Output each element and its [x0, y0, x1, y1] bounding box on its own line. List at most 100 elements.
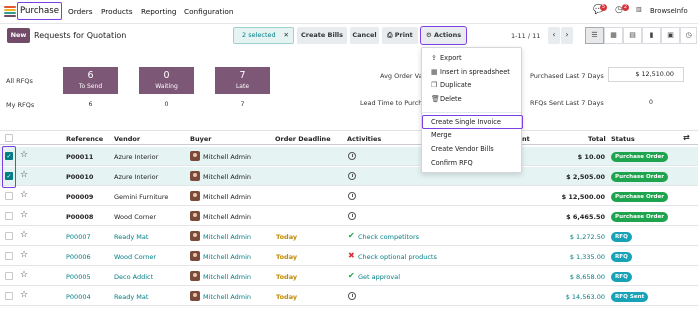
col-status[interactable]: Status: [611, 135, 635, 143]
nav-reporting[interactable]: Reporting: [141, 7, 176, 16]
star-icon[interactable]: ☆: [20, 270, 28, 280]
table-row[interactable]: ☆ P00007 Ready Mat Mitchell Admin Today ✔ Chec…: [0, 227, 698, 246]
row-buyer[interactable]: Mitchell Admin: [203, 253, 251, 261]
list-view-icon[interactable]: ☰: [585, 27, 604, 44]
star-icon[interactable]: ☆: [20, 250, 28, 260]
row-buyer[interactable]: Mitchell Admin: [203, 153, 251, 161]
row-buyer[interactable]: Mitchell Admin: [203, 293, 251, 301]
row-vendor[interactable]: Ready Mat: [114, 293, 148, 301]
row-reference[interactable]: P00004: [66, 293, 91, 301]
pager-value[interactable]: 1-11 / 11: [511, 32, 540, 40]
company-name[interactable]: BrowseInfo: [650, 7, 688, 15]
tile-to-send[interactable]: 6 To Send: [63, 67, 118, 94]
row-vendor[interactable]: Azure Interior: [114, 173, 158, 181]
graph-view-icon[interactable]: ▮: [642, 27, 661, 44]
row-buyer[interactable]: Mitchell Admin: [203, 273, 251, 281]
col-buyer[interactable]: Buyer: [190, 135, 211, 143]
row-reference[interactable]: P00010: [66, 173, 93, 181]
row-checkbox[interactable]: [5, 252, 13, 260]
row-activity[interactable]: Check competitors: [358, 233, 419, 241]
row-buyer[interactable]: Mitchell Admin: [203, 173, 251, 181]
create-bills-button[interactable]: Create Bills: [297, 27, 347, 44]
nav-configuration[interactable]: Configuration: [184, 7, 234, 16]
menu-item-duplicate[interactable]: ❐ Duplicate: [431, 81, 471, 89]
actions-button[interactable]: ⚙ Actions: [420, 26, 467, 45]
row-buyer[interactable]: Mitchell Admin: [203, 213, 251, 221]
menu-item-delete[interactable]: 🗑Delete: [431, 95, 462, 103]
row-vendor[interactable]: Deco Addict: [114, 273, 153, 281]
row-activity[interactable]: Get approval: [358, 273, 400, 281]
activity-clock-icon[interactable]: [348, 152, 356, 160]
my-late-value[interactable]: 7: [215, 101, 270, 108]
row-reference[interactable]: P00008: [66, 213, 93, 221]
kanban-view-icon[interactable]: ▦: [604, 27, 623, 44]
row-reference[interactable]: P00007: [66, 233, 91, 241]
row-checkbox[interactable]: [5, 292, 13, 300]
pager-next-button[interactable]: ›: [561, 27, 573, 44]
table-row[interactable]: ☆ P00005 Deco Addict Mitchell Admin Today ✔ Ge…: [0, 267, 698, 286]
row-activity[interactable]: Check optional products: [358, 253, 437, 261]
row-vendor[interactable]: Gemini Furniture: [114, 193, 168, 201]
row-buyer[interactable]: Mitchell Admin: [203, 233, 251, 241]
row-checkbox[interactable]: [5, 232, 13, 240]
star-icon[interactable]: ☆: [20, 210, 28, 220]
col-partial[interactable]: nt: [522, 135, 530, 143]
selected-count-pill[interactable]: 2 selected ✕: [233, 27, 294, 44]
star-icon[interactable]: ☆: [20, 170, 28, 180]
row-buyer[interactable]: Mitchell Admin: [203, 193, 251, 201]
star-icon[interactable]: ☆: [20, 290, 28, 300]
select-all-checkbox[interactable]: [5, 134, 13, 142]
table-row[interactable]: ☆ P00004 Ready Mat Mitchell Admin Today $ 14,…: [0, 287, 698, 306]
activity-clock-icon[interactable]: [348, 172, 356, 180]
col-total[interactable]: Total: [588, 135, 606, 143]
row-vendor[interactable]: Wood Corner: [114, 213, 156, 221]
app-name-purchase[interactable]: Purchase: [16, 2, 63, 20]
optional-columns-icon[interactable]: ⇄: [683, 133, 690, 142]
calendar-view-icon[interactable]: ▣: [661, 27, 680, 44]
row-vendor[interactable]: Azure Interior: [114, 153, 158, 161]
col-activities[interactable]: Activities: [347, 135, 381, 143]
new-button[interactable]: New: [7, 28, 30, 43]
menu-item-create-single-invoice[interactable]: Create Single Invoice: [422, 115, 523, 129]
row-reference[interactable]: P00006: [66, 253, 91, 261]
row-reference[interactable]: P00009: [66, 193, 93, 201]
activity-clock-icon[interactable]: [348, 292, 356, 300]
table-row[interactable]: ✓ ☆ P00010 Azure Interior Mitchell Admin $ 2,…: [0, 167, 698, 186]
table-row[interactable]: ☆ P00009 Gemini Furniture Mitchell Admin $ 1…: [0, 187, 698, 206]
table-row[interactable]: ☆ P00006 Wood Corner Mitchell Admin Today ✖ Ch…: [0, 247, 698, 266]
pager-previous-button[interactable]: ‹: [548, 27, 560, 44]
row-vendor[interactable]: Ready Mat: [114, 233, 148, 241]
table-row[interactable]: ✓ ☆ P00011 Azure Interior Mitchell Admin $ 10…: [0, 147, 698, 166]
star-icon[interactable]: ☆: [20, 230, 28, 240]
star-icon[interactable]: ☆: [20, 150, 28, 160]
menu-item-insert-spreadsheet[interactable]: ▦ Insert in spreadsheet: [431, 68, 510, 76]
col-reference[interactable]: Reference: [66, 135, 103, 143]
pivot-view-icon[interactable]: ▤: [623, 27, 642, 44]
cancel-button[interactable]: Cancel: [350, 27, 379, 44]
menu-item-create-vendor-bills[interactable]: Create Vendor Bills: [431, 145, 494, 153]
my-to-send-value[interactable]: 6: [63, 101, 118, 108]
print-button[interactable]: ⎙ Print: [382, 27, 418, 44]
nav-products[interactable]: Products: [101, 7, 133, 16]
activity-clock-icon[interactable]: [348, 212, 356, 220]
nav-orders[interactable]: Orders: [68, 7, 93, 16]
row-checkbox[interactable]: [5, 212, 13, 220]
table-row[interactable]: ☆ P00008 Wood Corner Mitchell Admin $ 6,465.…: [0, 207, 698, 226]
row-reference[interactable]: P00005: [66, 273, 91, 281]
col-vendor[interactable]: Vendor: [114, 135, 140, 143]
menu-item-merge[interactable]: Merge: [431, 131, 452, 139]
row-checkbox[interactable]: [5, 192, 13, 200]
tile-late[interactable]: 7 Late: [215, 67, 270, 94]
row-reference[interactable]: P00011: [66, 153, 93, 161]
my-waiting-value[interactable]: 0: [139, 101, 194, 108]
activity-view-icon[interactable]: ◷: [680, 27, 697, 44]
star-icon[interactable]: ☆: [20, 190, 28, 200]
row-vendor[interactable]: Wood Corner: [114, 253, 156, 261]
menu-item-confirm-rfq[interactable]: Confirm RFQ: [431, 159, 473, 167]
row-checkbox[interactable]: [5, 272, 13, 280]
apps-menu-icon[interactable]: [4, 6, 16, 17]
tile-waiting[interactable]: 0 Waiting: [139, 67, 194, 94]
clear-selection-icon[interactable]: ✕: [284, 28, 289, 43]
col-order-deadline[interactable]: Order Deadline: [275, 135, 331, 143]
menu-item-export[interactable]: ⇪ Export: [431, 54, 462, 62]
